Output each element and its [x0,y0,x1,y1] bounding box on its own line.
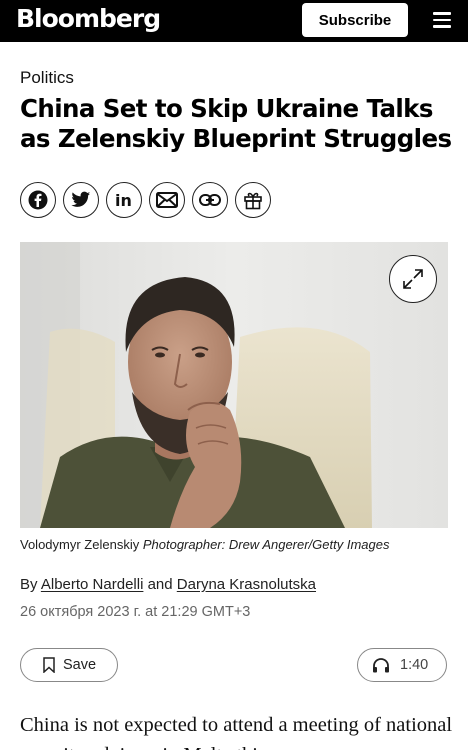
headphones-icon [373,658,389,673]
byline: By Alberto Nardelli and Daryna Krasnolut… [20,576,316,593]
article-body: China is not expected to attend a meetin… [20,714,453,750]
article-headline: China Set to Skip Ukraine Talks as Zelen… [20,94,452,153]
linkedin-icon[interactable]: in [106,182,142,218]
byline-prefix: By [20,576,38,593]
listen-button[interactable]: 1:40 [357,648,447,682]
photo-caption: Volodymyr Zelenskiy Photographer: Drew A… [20,537,389,552]
share-bar: in [20,182,271,218]
bloomberg-logo[interactable]: Bloomberg [16,4,161,33]
caption-credit: Photographer: Drew Angerer/Getty Images [142,537,390,552]
listen-duration: 1:40 [400,657,429,673]
top-navigation-bar: Bloomberg Subscribe [0,0,468,42]
hamburger-menu-icon[interactable] [433,12,451,28]
gift-icon[interactable] [235,182,271,218]
twitter-icon[interactable] [63,182,99,218]
caption-subject: Volodymyr Zelenskiy [20,537,140,552]
email-icon[interactable] [149,182,185,218]
publish-date: 26 октября 2023 г. at 21:29 GMT+3 [20,604,251,620]
subscribe-button[interactable]: Subscribe [302,3,408,37]
byline-conjunction: and [147,576,173,593]
author-link-2[interactable]: Daryna Krasnolutska [177,576,316,593]
author-link-1[interactable]: Alberto Nardelli [41,576,144,593]
save-label: Save [63,657,97,673]
save-button[interactable]: Save [20,648,118,682]
article-photo[interactable] [20,242,448,528]
bookmark-icon [43,657,55,673]
section-label[interactable]: Politics [20,68,74,88]
link-icon[interactable] [192,182,228,218]
expand-icon[interactable] [389,255,437,303]
facebook-icon[interactable] [20,182,56,218]
svg-text:in: in [115,191,132,209]
